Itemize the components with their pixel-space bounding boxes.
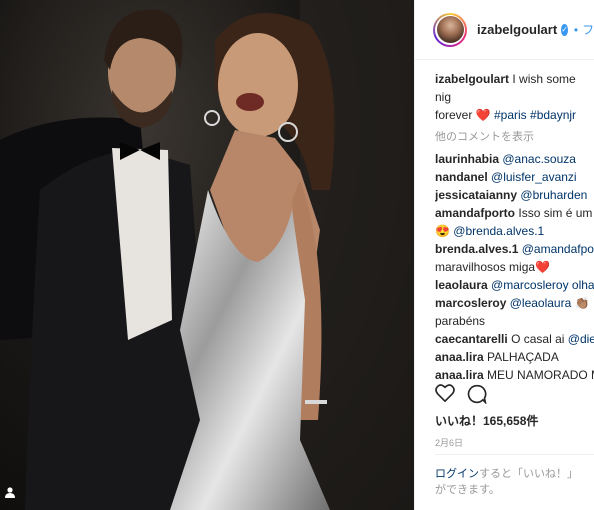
comment-row-continued: parabéns <box>435 312 594 330</box>
comment-row-continued: maravilhosos miga❤️ <box>435 258 594 276</box>
comment-mention[interactable]: @leaolaura <box>510 296 572 310</box>
heart-emoji: ❤️ <box>475 108 491 122</box>
comment-username[interactable]: nandanel <box>435 170 488 184</box>
comment-row: brenda.alves.1 @amandafpo <box>435 240 594 258</box>
follow-button[interactable]: フ <box>582 21 594 38</box>
comment-mention[interactable]: @brenda.alves.1 <box>453 224 544 238</box>
login-text: すると「いいね！」 <box>479 468 578 480</box>
login-prompt: ログインすると「いいね！」 ができます。 <box>435 466 578 498</box>
comment-text: maravilhosos miga <box>435 260 536 274</box>
comment-username[interactable]: amandafporto <box>435 206 515 220</box>
post-date[interactable]: 2月6日 <box>435 436 463 449</box>
heart-outline-icon[interactable] <box>435 384 455 409</box>
earring-left <box>204 110 220 126</box>
comment-text: PALHAÇADA <box>487 350 559 364</box>
header-username[interactable]: izabelgoulart <box>477 22 557 37</box>
comment-row: amandafporto Isso sim é um <box>435 204 594 222</box>
avatar[interactable] <box>433 12 467 47</box>
comment-row: anaa.lira MEU NAMORADO M <box>435 366 594 384</box>
comment-username[interactable]: caecantarelli <box>435 332 508 346</box>
instagram-post: izabelgoulart ✓ • フ izabelgoulart I wish… <box>0 0 594 510</box>
heart-eyes-emoji: 😍 <box>435 224 450 238</box>
comment-row: nandanel @luisfer_avanzi <box>435 168 594 186</box>
comment-row-continued: 😍 @brenda.alves.1 <box>435 222 594 240</box>
comment-username[interactable]: anaa.lira <box>435 350 484 364</box>
comment-mention[interactable]: @amandafpo <box>522 242 594 256</box>
verified-badge-icon: ✓ <box>561 23 568 36</box>
comment-username[interactable]: jessicataianny <box>435 188 517 202</box>
comment-row: jessicataianny @bruharden <box>435 186 594 204</box>
follow-bullet: • <box>573 22 579 37</box>
speech-bubble-icon[interactable] <box>467 384 487 409</box>
caption-username[interactable]: izabelgoulart <box>435 72 509 86</box>
post-caption: izabelgoulart I wish some nig forever ❤️… <box>435 70 594 124</box>
post-sidebar: izabelgoulart ✓ • フ izabelgoulart I wish… <box>414 0 594 510</box>
action-bar <box>435 384 487 409</box>
heart-emoji: ❤️ <box>535 260 550 274</box>
clapping-emoji: 👏🏽 <box>574 296 590 310</box>
comment-mention[interactable]: @die <box>568 332 594 346</box>
comment-username[interactable]: brenda.alves.1 <box>435 242 518 256</box>
photo-illustration <box>0 0 414 510</box>
person-icon[interactable] <box>4 486 18 500</box>
comment-row: marcosleroy @leaolaura 👏🏽 <box>435 294 594 312</box>
comment-text: O casal ai <box>511 332 565 346</box>
login-link[interactable]: ログイン <box>435 468 479 480</box>
comment-row: leaolaura @marcosleroy olha <box>435 276 594 294</box>
login-text-2: ができます。 <box>435 484 500 496</box>
comment-mention[interactable]: @anac.souza <box>502 152 576 166</box>
comment-row: laurinhabia @anac.souza <box>435 150 594 168</box>
woman-face <box>218 33 298 137</box>
comment-row: caecantarelli O casal ai @die <box>435 330 594 348</box>
like-count[interactable]: いいね！165,658件 <box>435 412 538 429</box>
caption-text-2: forever <box>435 108 473 122</box>
comment-text[interactable]: @marcosleroy olha <box>491 278 594 292</box>
caption-hashtags[interactable]: #paris #bdaynjr <box>494 108 576 122</box>
comment-mention[interactable]: @bruharden <box>520 188 587 202</box>
load-more-comments[interactable]: 他のコメントを表示 <box>435 128 594 146</box>
divider <box>435 454 594 455</box>
post-header: izabelgoulart ✓ • フ <box>415 0 594 60</box>
woman-mouth <box>236 93 264 111</box>
comment-username[interactable]: anaa.lira <box>435 368 484 382</box>
comment-mention[interactable]: @luisfer_avanzi <box>491 170 577 184</box>
comment-username[interactable]: marcosleroy <box>435 296 506 310</box>
bracelet <box>305 400 327 404</box>
comment-text: Isso sim é um <box>518 206 593 220</box>
comment-row: anaa.lira PALHAÇADA <box>435 348 594 366</box>
comment-username[interactable]: laurinhabia <box>435 152 499 166</box>
comment-list: izabelgoulart I wish some nig forever ❤️… <box>415 60 594 384</box>
comment-username[interactable]: leaolaura <box>435 278 488 292</box>
comment-text: MEU NAMORADO M <box>487 368 594 382</box>
comment-text: parabéns <box>435 314 486 328</box>
post-photo[interactable] <box>0 0 414 510</box>
